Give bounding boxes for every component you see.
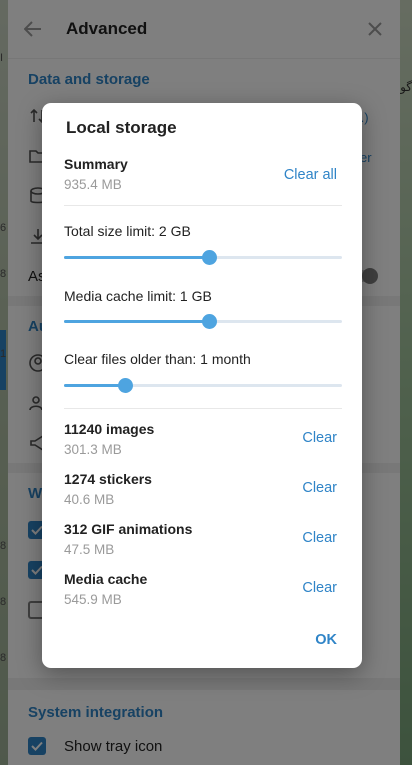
total-size-label: Total size limit: 2 GB [64, 223, 191, 239]
divider [64, 408, 342, 409]
slider-knob[interactable] [118, 378, 134, 393]
clear-gif-button[interactable]: Clear [302, 530, 337, 546]
slider-knob[interactable] [201, 314, 217, 329]
slider-fill [64, 384, 126, 387]
media-cache-limit-label: Media cache limit: 1 GB [64, 288, 212, 304]
clear-stickers-button[interactable]: Clear [302, 480, 337, 496]
media-cache-label: Media cache [64, 571, 148, 587]
slider-fill [64, 320, 209, 323]
clear-older-slider[interactable] [64, 376, 342, 394]
summary-label: Summary [64, 156, 128, 172]
clear-all-button[interactable]: Clear all [284, 167, 337, 183]
divider [64, 205, 342, 206]
slider-knob[interactable] [201, 250, 217, 265]
ok-button[interactable]: OK [315, 632, 337, 648]
stickers-label: 1274 stickers [64, 471, 152, 487]
stickers-size: 40.6 MB [64, 492, 115, 507]
total-size-slider[interactable] [64, 248, 342, 266]
clear-media-cache-button[interactable]: Clear [302, 580, 337, 596]
clear-images-button[interactable]: Clear [302, 430, 337, 446]
dialog-title: Local storage [66, 118, 177, 137]
images-label: 11240 images [64, 421, 155, 437]
media-cache-slider[interactable] [64, 312, 342, 330]
summary-value: 935.4 MB [64, 177, 122, 192]
gif-size: 47.5 MB [64, 542, 115, 557]
images-size: 301.3 MB [64, 442, 122, 457]
local-storage-dialog: Local storage Summary 935.4 MB Clear all… [42, 103, 362, 668]
gif-label: 312 GIF animations [64, 521, 193, 537]
media-cache-size: 545.9 MB [64, 592, 122, 607]
slider-fill [64, 256, 209, 259]
clear-older-label: Clear files older than: 1 month [64, 351, 251, 367]
